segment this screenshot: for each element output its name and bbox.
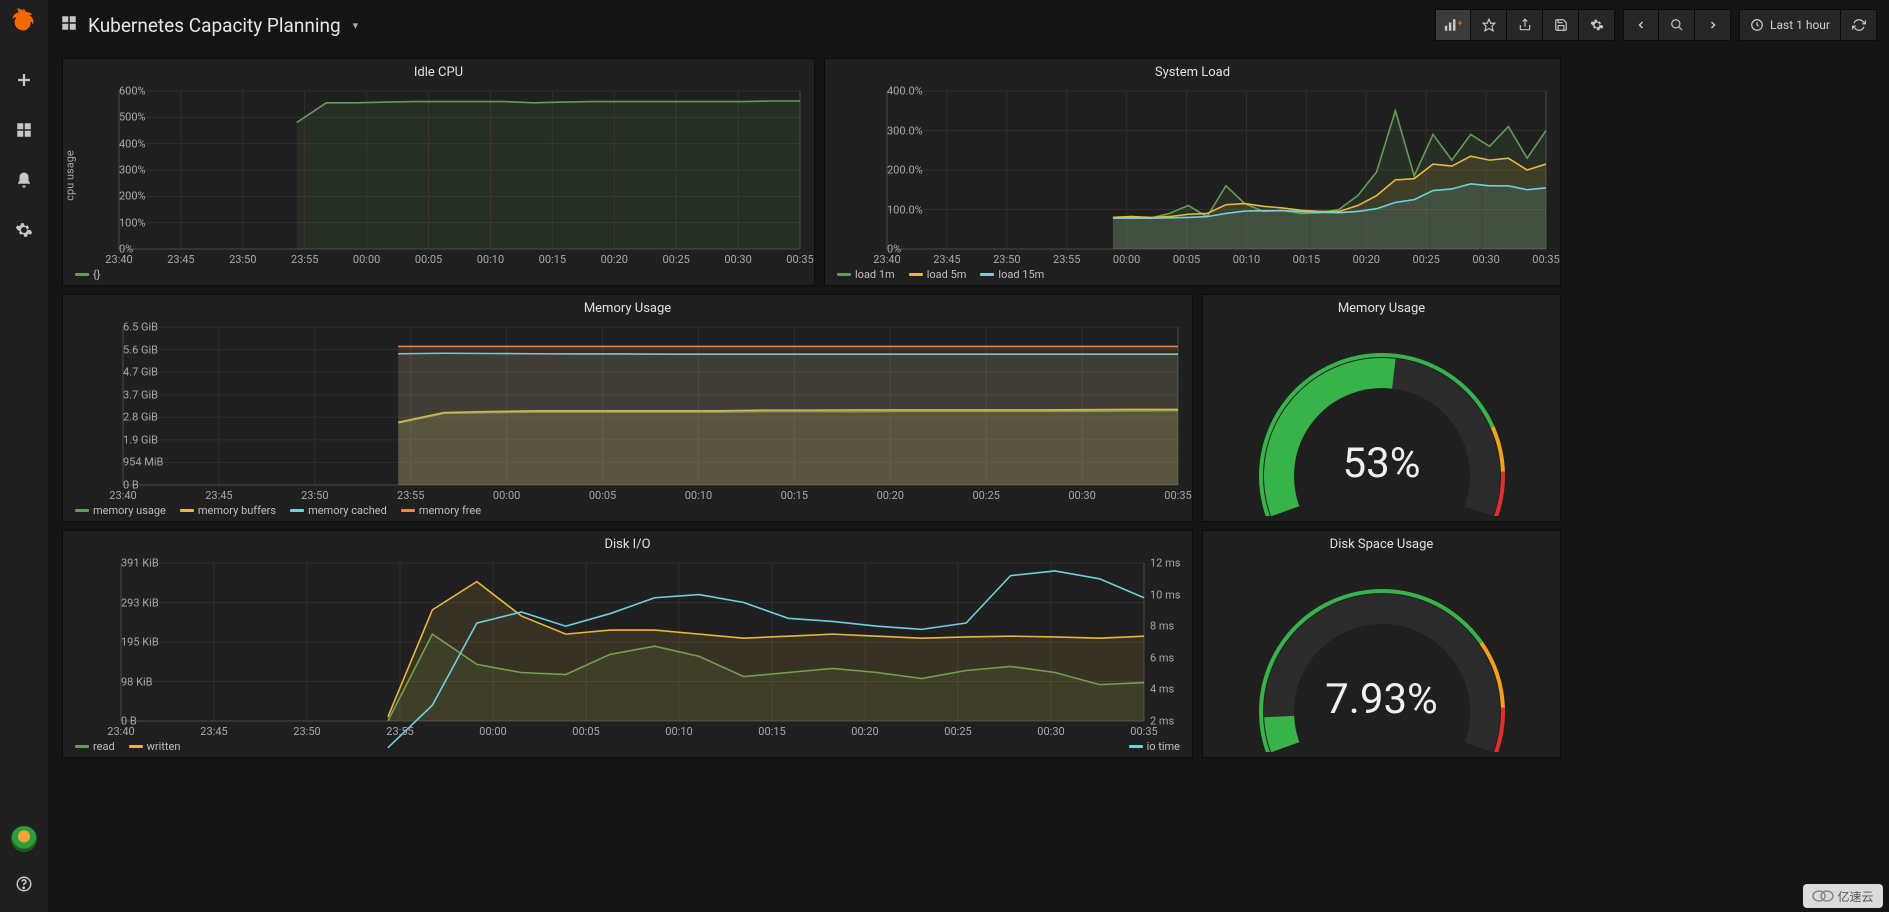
time-back-button[interactable] <box>1623 9 1659 41</box>
refresh-button[interactable] <box>1841 9 1877 41</box>
legend-item[interactable]: read <box>75 740 115 753</box>
legend-item[interactable]: written <box>129 740 181 753</box>
time-range-label: Last 1 hour <box>1770 18 1830 32</box>
legend: {} <box>75 268 100 281</box>
time-forward-button[interactable] <box>1695 9 1731 41</box>
legend: memory usage memory buffers memory cached m… <box>75 504 481 517</box>
watermark: 亿速云 <box>1803 884 1883 908</box>
panel-disk-gauge[interactable]: Disk Space Usage 7.93% <box>1202 530 1561 758</box>
legend-item[interactable]: memory cached <box>290 504 387 517</box>
gauge-memory: 53% <box>1203 321 1560 521</box>
legend-item[interactable]: load 15m <box>980 268 1044 281</box>
dropdown-caret-icon: ▾ <box>353 19 359 32</box>
legend-item[interactable]: memory usage <box>75 504 166 517</box>
panel-memory-usage[interactable]: Memory Usage 0 B954 MiB1.9 GiB2.8 GiB3.7… <box>62 294 1193 522</box>
page-title: Kubernetes Capacity Planning <box>88 14 341 37</box>
help-icon[interactable] <box>10 870 38 898</box>
settings-icon[interactable] <box>10 216 38 244</box>
y-axis-label: cpu usage <box>64 150 77 200</box>
legend-item[interactable]: load 1m <box>837 268 895 281</box>
topbar: Kubernetes Capacity Planning ▾ + Last 1 … <box>48 0 1889 50</box>
clock-icon <box>1750 18 1764 32</box>
user-avatar[interactable] <box>11 826 37 852</box>
settings-button[interactable] <box>1579 9 1615 41</box>
grafana-logo-icon[interactable] <box>8 6 40 38</box>
panel-title: Memory Usage <box>1203 295 1560 320</box>
dashboard-grid-icon <box>60 14 78 37</box>
gauge-value: 53% <box>1203 439 1560 488</box>
legend: read written <box>75 740 180 753</box>
panel-title: System Load <box>825 59 1560 84</box>
chart-memory-usage: 0 B954 MiB1.9 GiB2.8 GiB3.7 GiB4.7 GiB5.… <box>63 321 1192 521</box>
zoom-out-button[interactable] <box>1659 9 1695 41</box>
panel-memory-gauge[interactable]: Memory Usage 53% <box>1202 294 1561 522</box>
svg-text:+: + <box>1458 18 1462 28</box>
legend-right: io time <box>1129 740 1180 753</box>
alerting-icon[interactable] <box>10 166 38 194</box>
chart-system-load: 0%100.0%200.0%300.0%400.0%23:4023:4523:5… <box>825 85 1560 285</box>
share-button[interactable] <box>1507 9 1543 41</box>
panel-title: Memory Usage <box>63 295 1192 320</box>
legend: load 1m load 5m load 15m <box>837 268 1044 281</box>
sidebar <box>0 0 48 912</box>
chart-disk-io: 0 B98 KiB195 KiB293 KiB391 KiB2 ms4 ms6 … <box>63 557 1192 757</box>
watermark-icon <box>1812 889 1834 903</box>
time-range-button[interactable]: Last 1 hour <box>1739 9 1841 41</box>
dashboard-title[interactable]: Kubernetes Capacity Planning ▾ <box>60 14 358 37</box>
legend-item[interactable]: {} <box>75 268 100 281</box>
panel-title: Disk I/O <box>63 531 1192 556</box>
add-icon[interactable] <box>10 66 38 94</box>
toolbar: + Last 1 hour <box>1435 9 1877 41</box>
legend-item[interactable]: memory buffers <box>180 504 276 517</box>
panel-disk-io[interactable]: Disk I/O 0 B98 KiB195 KiB293 KiB391 KiB2… <box>62 530 1193 758</box>
panel-area: Idle CPU 0%100%200%300%400%500%600%23:40… <box>62 58 1875 898</box>
chart-idle-cpu: 0%100%200%300%400%500%600%23:4023:4523:5… <box>63 85 814 285</box>
add-panel-button[interactable]: + <box>1435 9 1471 41</box>
panel-system-load[interactable]: System Load 0%100.0%200.0%300.0%400.0%23… <box>824 58 1561 286</box>
panel-title: Idle CPU <box>63 59 814 84</box>
panel-idle-cpu[interactable]: Idle CPU 0%100%200%300%400%500%600%23:40… <box>62 58 815 286</box>
save-button[interactable] <box>1543 9 1579 41</box>
star-button[interactable] <box>1471 9 1507 41</box>
legend-item[interactable]: load 5m <box>909 268 967 281</box>
gauge-disk: 7.93% <box>1203 557 1560 757</box>
panel-title: Disk Space Usage <box>1203 531 1560 556</box>
legend-item[interactable]: memory free <box>401 504 481 517</box>
dashboards-icon[interactable] <box>10 116 38 144</box>
gauge-value: 7.93% <box>1203 675 1560 724</box>
legend-item[interactable]: io time <box>1129 740 1180 753</box>
